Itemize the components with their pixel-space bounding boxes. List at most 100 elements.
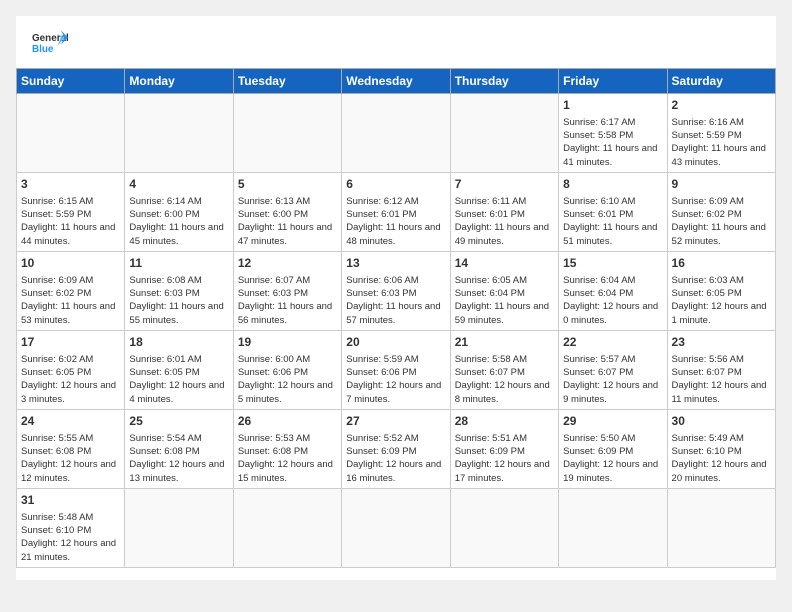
day-number: 28 [455,413,554,430]
day-info: Sunrise: 6:08 AM Sunset: 6:03 PM Dayligh… [129,274,228,327]
calendar-cell: 31 Sunrise: 5:48 AM Sunset: 6:10 PM Dayli… [17,488,125,567]
calendar-cell: 15Sunrise: 6:04 AM Sunset: 6:04 PM Dayli… [559,251,667,330]
day-number: 12 [238,255,337,272]
day-number: 26 [238,413,337,430]
day-number: 14 [455,255,554,272]
calendar-cell: 8 Sunrise: 6:10 AM Sunset: 6:01 PM Daylig… [559,172,667,251]
calendar-cell: 7 Sunrise: 6:11 AM Sunset: 6:01 PM Daylig… [450,172,558,251]
day-info: Sunrise: 5:52 AM Sunset: 6:09 PM Dayligh… [346,432,445,485]
calendar-cell [342,94,450,173]
day-info: Sunrise: 5:49 AM Sunset: 6:10 PM Dayligh… [672,432,771,485]
calendar-cell: 23 Sunrise: 5:56 AM Sunset: 6:07 PM Dayli… [667,330,775,409]
day-number: 24 [21,413,120,430]
calendar-cell [342,488,450,567]
day-info: Sunrise: 5:58 AM Sunset: 6:07 PM Dayligh… [455,353,554,406]
calendar-cell: 16 Sunrise: 6:03 AM Sunset: 6:05 PM Dayli… [667,251,775,330]
day-info: Sunrise: 6:12 AM Sunset: 6:01 PM Dayligh… [346,195,445,248]
day-number: 13 [346,255,445,272]
calendar-cell: 10 Sunrise: 6:09 AM Sunset: 6:02 PM Dayli… [17,251,125,330]
day-number: 10 [21,255,120,272]
calendar-cell: 28 Sunrise: 5:51 AM Sunset: 6:09 PM Dayli… [450,409,558,488]
day-info: Sunrise: 6:07 AM Sunset: 6:03 PM Dayligh… [238,274,337,327]
calendar-cell [17,94,125,173]
calendar-cell: 2 Sunrise: 6:16 AM Sunset: 5:59 PM Daylig… [667,94,775,173]
generalblue-logo-icon: General Blue [32,28,68,56]
calendar-cell: 25 Sunrise: 5:54 AM Sunset: 6:08 PM Dayli… [125,409,233,488]
header-wednesday: Wednesday [342,69,450,94]
calendar-cell: 20Sunrise: 5:59 AM Sunset: 6:06 PM Dayli… [342,330,450,409]
calendar-cell [559,488,667,567]
day-info: Sunrise: 5:53 AM Sunset: 6:08 PM Dayligh… [238,432,337,485]
calendar-week-row: 17Sunrise: 6:02 AM Sunset: 6:05 PM Dayli… [17,330,776,409]
day-number: 25 [129,413,228,430]
day-info: Sunrise: 6:15 AM Sunset: 5:59 PM Dayligh… [21,195,120,248]
day-number: 29 [563,413,662,430]
day-info: Sunrise: 6:11 AM Sunset: 6:01 PM Dayligh… [455,195,554,248]
day-info: Sunrise: 5:57 AM Sunset: 6:07 PM Dayligh… [563,353,662,406]
calendar-cell [450,488,558,567]
calendar-cell: 1Sunrise: 6:17 AM Sunset: 5:58 PM Daylig… [559,94,667,173]
day-number: 31 [21,492,120,509]
calendar-cell [233,94,341,173]
header-sunday: Sunday [17,69,125,94]
day-info: Sunrise: 6:06 AM Sunset: 6:03 PM Dayligh… [346,274,445,327]
calendar-cell: 4Sunrise: 6:14 AM Sunset: 6:00 PM Daylig… [125,172,233,251]
day-info: Sunrise: 5:56 AM Sunset: 6:07 PM Dayligh… [672,353,771,406]
day-number: 11 [129,255,228,272]
calendar-cell [667,488,775,567]
day-number: 16 [672,255,771,272]
day-info: Sunrise: 5:48 AM Sunset: 6:10 PM Dayligh… [21,511,120,564]
day-number: 2 [672,97,771,114]
day-info: Sunrise: 5:59 AM Sunset: 6:06 PM Dayligh… [346,353,445,406]
calendar-cell: 14 Sunrise: 6:05 AM Sunset: 6:04 PM Dayli… [450,251,558,330]
logo: General Blue [32,28,68,56]
day-info: Sunrise: 6:05 AM Sunset: 6:04 PM Dayligh… [455,274,554,327]
day-info: Sunrise: 5:50 AM Sunset: 6:09 PM Dayligh… [563,432,662,485]
day-number: 7 [455,176,554,193]
calendar-cell: 18Sunrise: 6:01 AM Sunset: 6:05 PM Dayli… [125,330,233,409]
day-info: Sunrise: 6:13 AM Sunset: 6:00 PM Dayligh… [238,195,337,248]
day-number: 8 [563,176,662,193]
day-info: Sunrise: 6:17 AM Sunset: 5:58 PM Dayligh… [563,116,662,169]
calendar-week-row: 24 Sunrise: 5:55 AM Sunset: 6:08 PM Dayli… [17,409,776,488]
day-number: 27 [346,413,445,430]
calendar-cell: 17Sunrise: 6:02 AM Sunset: 6:05 PM Dayli… [17,330,125,409]
page-header: General Blue [16,16,776,60]
calendar-cell: 5Sunrise: 6:13 AM Sunset: 6:00 PM Daylig… [233,172,341,251]
calendar-cell [450,94,558,173]
calendar-table: Sunday Monday Tuesday Wednesday Thursday… [16,68,776,568]
calendar-cell: 30Sunrise: 5:49 AM Sunset: 6:10 PM Dayli… [667,409,775,488]
calendar-week-row: 3Sunrise: 6:15 AM Sunset: 5:59 PM Daylig… [17,172,776,251]
calendar-cell: 29 Sunrise: 5:50 AM Sunset: 6:09 PM Dayli… [559,409,667,488]
day-info: Sunrise: 6:02 AM Sunset: 6:05 PM Dayligh… [21,353,120,406]
calendar-cell: 24 Sunrise: 5:55 AM Sunset: 6:08 PM Dayli… [17,409,125,488]
day-info: Sunrise: 5:54 AM Sunset: 6:08 PM Dayligh… [129,432,228,485]
calendar-cell [125,94,233,173]
day-number: 18 [129,334,228,351]
calendar-cell: 9Sunrise: 6:09 AM Sunset: 6:02 PM Daylig… [667,172,775,251]
calendar-week-row: 31 Sunrise: 5:48 AM Sunset: 6:10 PM Dayli… [17,488,776,567]
day-info: Sunrise: 6:03 AM Sunset: 6:05 PM Dayligh… [672,274,771,327]
header-friday: Friday [559,69,667,94]
calendar-cell: 6Sunrise: 6:12 AM Sunset: 6:01 PM Daylig… [342,172,450,251]
day-info: Sunrise: 6:16 AM Sunset: 5:59 PM Dayligh… [672,116,771,169]
svg-text:Blue: Blue [32,44,54,55]
day-info: Sunrise: 6:10 AM Sunset: 6:01 PM Dayligh… [563,195,662,248]
header-saturday: Saturday [667,69,775,94]
header-monday: Monday [125,69,233,94]
calendar-cell: 13 Sunrise: 6:06 AM Sunset: 6:03 PM Dayli… [342,251,450,330]
day-number: 19 [238,334,337,351]
calendar-cell: 11 Sunrise: 6:08 AM Sunset: 6:03 PM Dayli… [125,251,233,330]
day-info: Sunrise: 6:09 AM Sunset: 6:02 PM Dayligh… [21,274,120,327]
day-info: Sunrise: 6:04 AM Sunset: 6:04 PM Dayligh… [563,274,662,327]
day-number: 21 [455,334,554,351]
day-number: 23 [672,334,771,351]
calendar-week-row: 1Sunrise: 6:17 AM Sunset: 5:58 PM Daylig… [17,94,776,173]
calendar-cell [125,488,233,567]
weekday-header-row: Sunday Monday Tuesday Wednesday Thursday… [17,69,776,94]
day-info: Sunrise: 5:55 AM Sunset: 6:08 PM Dayligh… [21,432,120,485]
calendar-cell: 12 Sunrise: 6:07 AM Sunset: 6:03 PM Dayli… [233,251,341,330]
day-info: Sunrise: 5:51 AM Sunset: 6:09 PM Dayligh… [455,432,554,485]
calendar-cell: 22Sunrise: 5:57 AM Sunset: 6:07 PM Dayli… [559,330,667,409]
day-info: Sunrise: 6:09 AM Sunset: 6:02 PM Dayligh… [672,195,771,248]
